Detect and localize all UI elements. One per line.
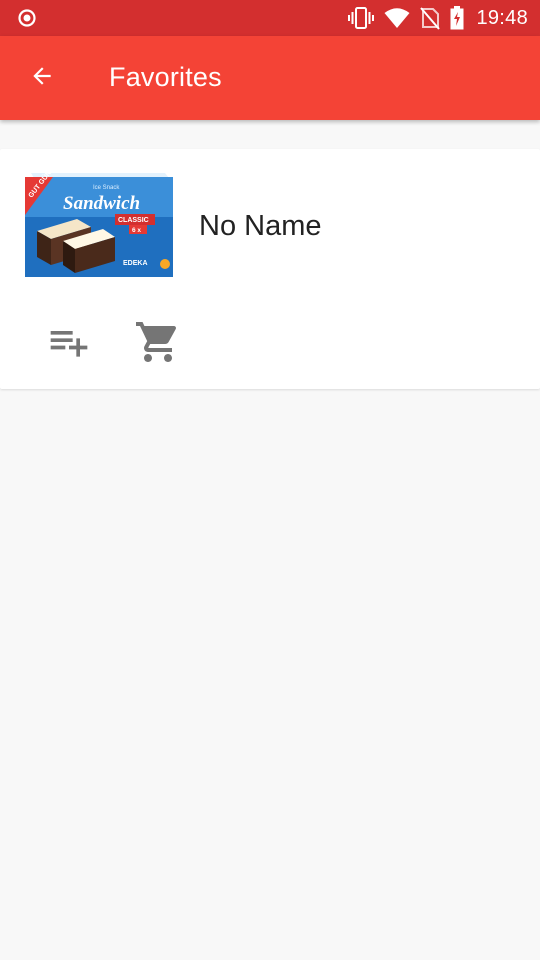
arrow-back-icon <box>29 63 55 94</box>
status-time: 19:48 <box>476 6 528 29</box>
playlist-add-icon <box>47 320 91 369</box>
product-name: No Name <box>199 210 322 242</box>
no-sim-icon <box>420 6 441 30</box>
app-bar: Favorites <box>0 36 540 120</box>
status-bar: 19:48 <box>0 0 540 36</box>
svg-text:6 x: 6 x <box>132 227 141 234</box>
svg-text:Ice Snack: Ice Snack <box>93 185 120 191</box>
svg-text:Sandwich: Sandwich <box>63 193 140 214</box>
page-title: Favorites <box>109 62 222 92</box>
shopping-cart-icon <box>134 318 182 371</box>
favorite-card[interactable]: GUT GÜNSTIG Ice Snack Sandwich CLASSIC 6… <box>0 149 540 389</box>
svg-text:EDEKA: EDEKA <box>123 260 148 267</box>
battery-charging-icon <box>450 6 464 30</box>
add-to-list-button[interactable] <box>41 316 97 372</box>
status-icons: 19:48 <box>338 0 528 36</box>
record-icon <box>17 8 37 28</box>
svg-text:CLASSIC: CLASSIC <box>118 217 149 224</box>
wifi-icon <box>384 7 410 29</box>
product-image: GUT GÜNSTIG Ice Snack Sandwich CLASSIC 6… <box>23 155 175 279</box>
add-to-cart-button[interactable] <box>130 316 186 372</box>
vibrate-icon <box>348 6 375 30</box>
back-button[interactable] <box>20 56 64 100</box>
